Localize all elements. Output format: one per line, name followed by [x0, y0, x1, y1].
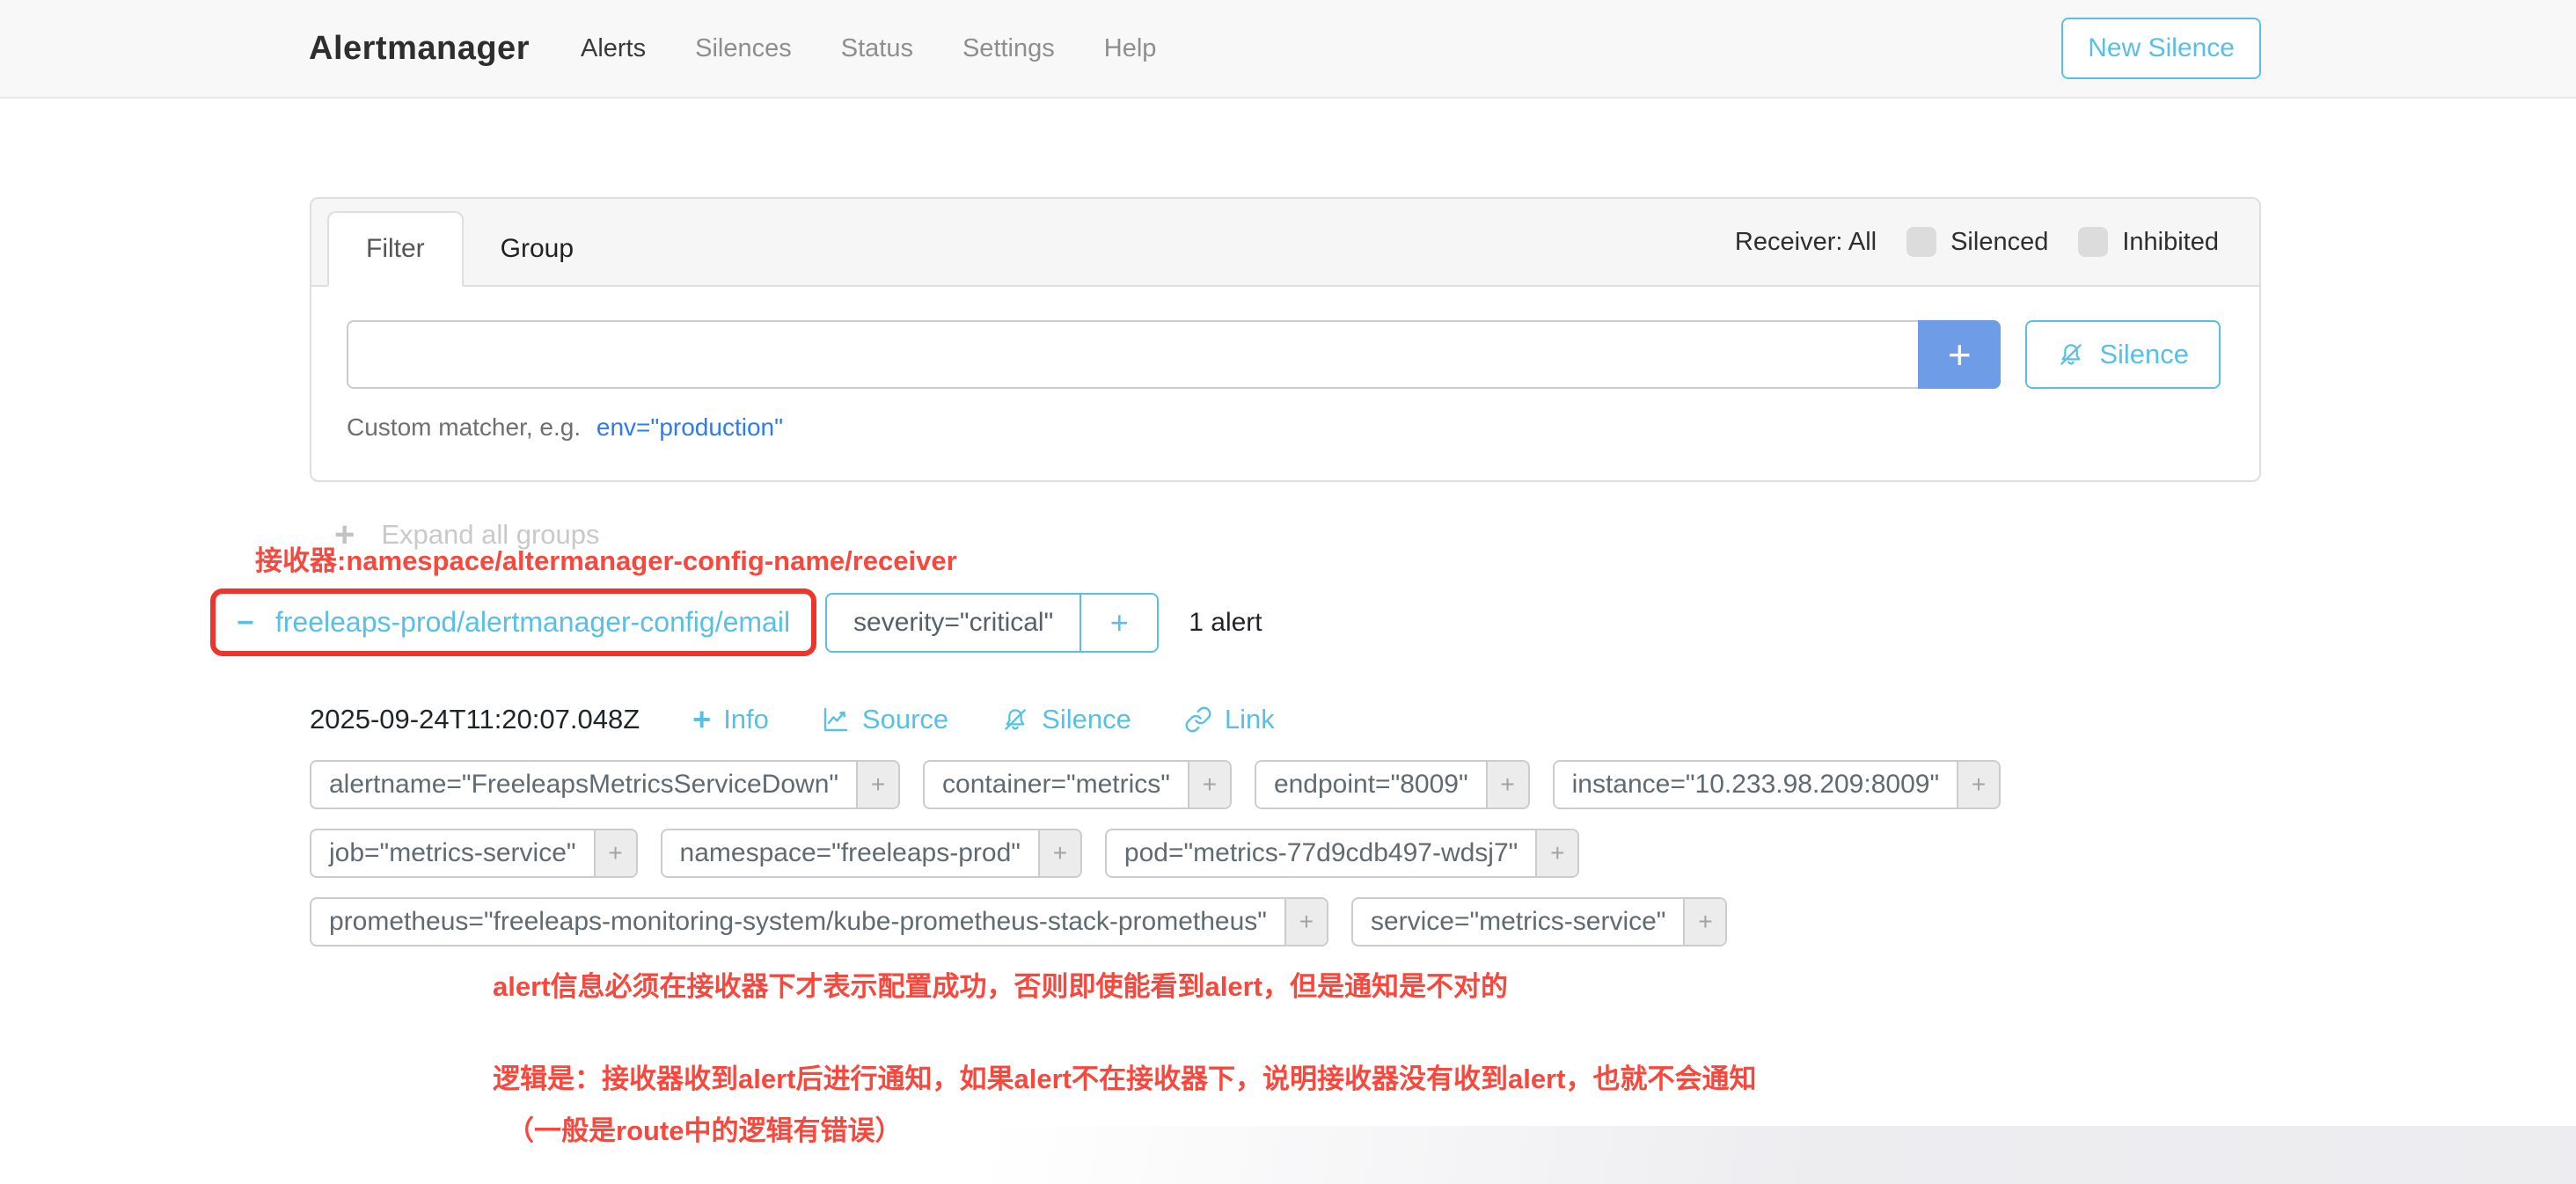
- inhibited-checkbox[interactable]: [2078, 227, 2108, 257]
- info-link[interactable]: + Info: [692, 704, 769, 735]
- filter-card-header: Filter Group Receiver: All Silenced Inhi…: [311, 199, 2259, 287]
- add-matcher-button[interactable]: +: [1918, 320, 2001, 389]
- label-chip-plus-button[interactable]: +: [1957, 762, 1999, 808]
- label-chip: instance="10.233.98.209:8009" +: [1553, 760, 2001, 809]
- top-navbar: Alertmanager Alerts Silences Status Sett…: [0, 0, 2576, 99]
- alert-external-link[interactable]: Link: [1184, 704, 1275, 735]
- receiver-annotation-text: 接收器:namespace/altermanager-config-name/r…: [255, 538, 2576, 578]
- label-chip-text: job="metrics-service": [311, 830, 594, 876]
- link-icon: [1184, 705, 1212, 734]
- filter-card: Filter Group Receiver: All Silenced Inhi…: [310, 197, 2261, 482]
- alert-detail: 2025-09-24T11:20:07.048Z + Info Source S…: [310, 704, 2576, 946]
- alert-meta-row: 2025-09-24T11:20:07.048Z + Info Source S…: [310, 704, 2576, 735]
- tab-filter[interactable]: Filter: [327, 211, 464, 287]
- label-chip-plus-button[interactable]: +: [1683, 899, 1725, 945]
- annotation-notes: alert信息必须在接收器下才表示配置成功，否则即使能看到alert，但是通知是…: [493, 964, 2576, 1148]
- nav-item-settings[interactable]: Settings: [962, 34, 1055, 63]
- label-chip-plus-button[interactable]: +: [856, 762, 898, 808]
- label-chip-text: service="metrics-service": [1353, 899, 1684, 945]
- label-chip-text: prometheus="freeleaps-monitoring-system/…: [311, 899, 1284, 945]
- matcher-help: Custom matcher, e.g. env="production": [347, 413, 2221, 442]
- nav-item-help[interactable]: Help: [1104, 34, 1157, 63]
- alert-external-link-label: Link: [1225, 704, 1275, 735]
- label-chip-text: pod="metrics-77d9cdb497-wdsj7": [1107, 830, 1535, 876]
- alert-silence-link-label: Silence: [1042, 704, 1131, 735]
- filter-header-right: Receiver: All Silenced Inhibited: [1735, 227, 2219, 257]
- matcher-help-text: Custom matcher, e.g.: [347, 413, 581, 441]
- label-chip-text: alertname="FreeleapsMetricsServiceDown": [311, 762, 856, 808]
- silenced-checkbox-wrap[interactable]: Silenced: [1906, 227, 2048, 257]
- silence-button-label: Silence: [2099, 339, 2189, 370]
- info-link-label: Info: [723, 704, 769, 735]
- inhibited-checkbox-wrap[interactable]: Inhibited: [2078, 227, 2219, 257]
- label-chip: alertname="FreeleapsMetricsServiceDown" …: [310, 760, 900, 809]
- label-chip-plus-button[interactable]: +: [1486, 762, 1528, 808]
- source-link-label: Source: [862, 704, 948, 735]
- group-matcher-chip: severity="critical" +: [825, 593, 1159, 653]
- nav-item-silences[interactable]: Silences: [695, 34, 792, 63]
- alert-count: 1 alert: [1189, 608, 1262, 638]
- chart-line-icon: [822, 705, 850, 734]
- label-chip: service="metrics-service" +: [1351, 897, 1728, 946]
- nav-item-alerts[interactable]: Alerts: [581, 34, 646, 63]
- label-chip: pod="metrics-77d9cdb497-wdsj7" +: [1105, 829, 1579, 878]
- tab-group[interactable]: Group: [464, 213, 611, 285]
- inhibited-checkbox-label: Inhibited: [2122, 228, 2219, 257]
- receiver-group-row: − freeleaps-prod/alertmanager-config/ema…: [210, 588, 2576, 656]
- source-link[interactable]: Source: [822, 704, 948, 735]
- silenced-checkbox[interactable]: [1906, 227, 1936, 257]
- note-line-2: 逻辑是：接收器收到alert后进行通知，如果alert不在接收器下，说明接收器没…: [493, 1056, 2576, 1096]
- bell-slash-icon: [1001, 705, 1029, 734]
- silenced-checkbox-label: Silenced: [1950, 228, 2048, 257]
- label-chip-text: instance="10.233.98.209:8009": [1555, 762, 1957, 808]
- alert-silence-link[interactable]: Silence: [1001, 704, 1131, 735]
- red-highlight-box: − freeleaps-prod/alertmanager-config/ema…: [210, 588, 816, 656]
- filter-card-body: + Silence Custom matcher, e.g. env="prod…: [311, 287, 2259, 480]
- note-line-1: alert信息必须在接收器下才表示配置成功，否则即使能看到alert，但是通知是…: [493, 964, 2576, 1004]
- label-chip: endpoint="8009" +: [1255, 760, 1530, 809]
- label-chip: job="metrics-service" +: [310, 829, 638, 878]
- label-chip-plus-button[interactable]: +: [1535, 830, 1577, 876]
- receiver-selector[interactable]: Receiver: All: [1735, 228, 1877, 257]
- label-chip-text: container="metrics": [925, 762, 1188, 808]
- label-chip-plus-button[interactable]: +: [594, 830, 636, 876]
- matcher-help-example-link[interactable]: env="production": [596, 413, 783, 441]
- label-chip-text: namespace="freeleaps-prod": [662, 830, 1038, 876]
- label-chip-plus-button[interactable]: +: [1188, 762, 1230, 808]
- nav-links: Alerts Silences Status Settings Help: [581, 34, 1156, 63]
- nav-item-status[interactable]: Status: [841, 34, 913, 63]
- new-silence-button[interactable]: New Silence: [2061, 18, 2261, 79]
- bottom-shade: [0, 1126, 2576, 1184]
- matcher-row: + Silence: [347, 320, 2221, 389]
- group-matcher-label: severity="critical": [827, 595, 1079, 651]
- label-chip-plus-button[interactable]: +: [1284, 899, 1327, 945]
- matcher-input[interactable]: [347, 320, 1918, 389]
- label-chip: prometheus="freeleaps-monitoring-system/…: [310, 897, 1328, 946]
- receiver-group-button[interactable]: − freeleaps-prod/alertmanager-config/ema…: [228, 599, 799, 646]
- group-matcher-plus-button[interactable]: +: [1079, 595, 1157, 651]
- info-plus-icon: +: [692, 704, 711, 735]
- receiver-group-name: freeleaps-prod/alertmanager-config/email: [275, 606, 790, 639]
- bell-slash-icon: [2057, 340, 2085, 369]
- alert-timestamp: 2025-09-24T11:20:07.048Z: [310, 704, 640, 735]
- silence-button[interactable]: Silence: [2025, 320, 2221, 389]
- label-chip-text: endpoint="8009": [1256, 762, 1486, 808]
- alert-labels: alertname="FreeleapsMetricsServiceDown" …: [310, 760, 2272, 946]
- matcher-input-group: +: [347, 320, 2001, 389]
- collapse-minus-icon: −: [237, 608, 254, 638]
- app-brand[interactable]: Alertmanager: [309, 30, 530, 68]
- label-chip-plus-button[interactable]: +: [1038, 830, 1080, 876]
- label-chip: namespace="freeleaps-prod" +: [661, 829, 1082, 878]
- label-chip: container="metrics" +: [923, 760, 1232, 809]
